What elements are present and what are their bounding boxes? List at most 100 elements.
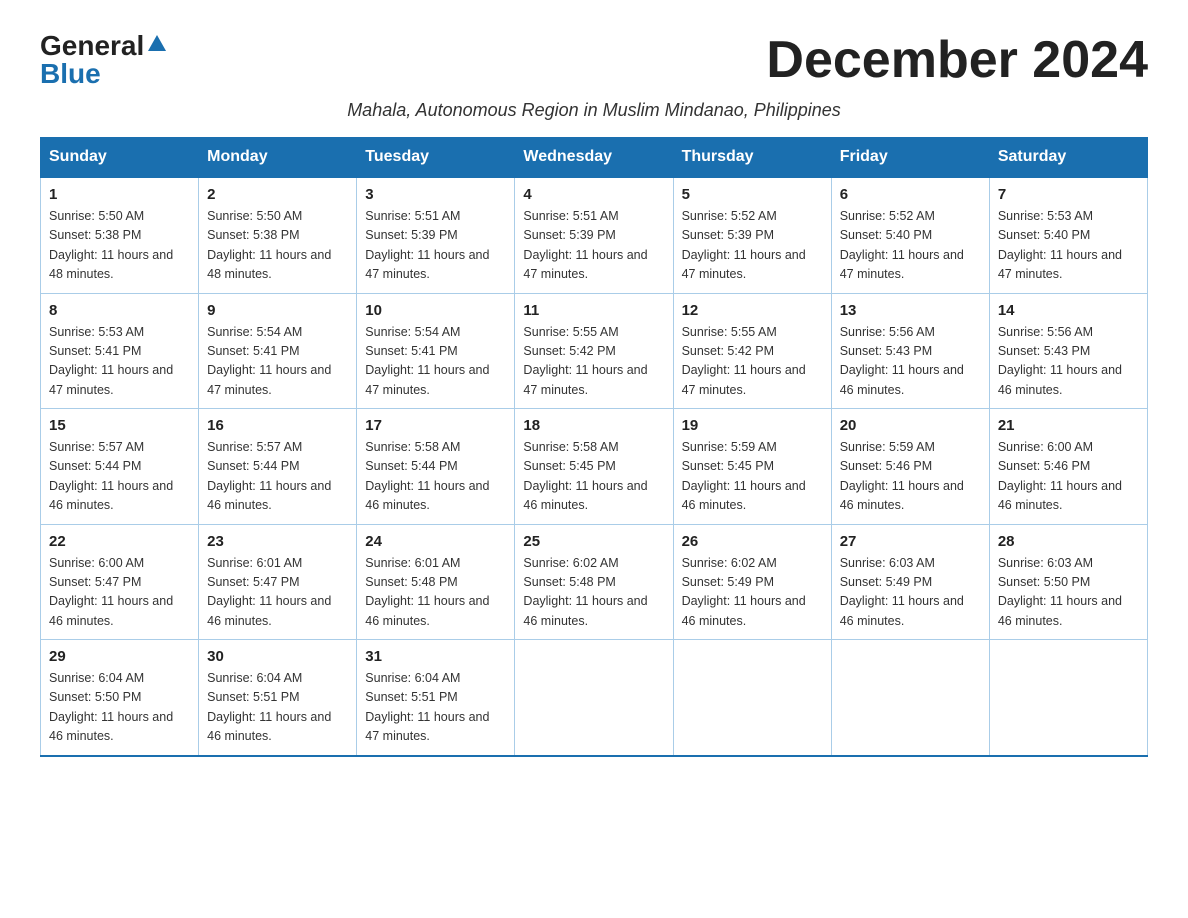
day-number: 12	[682, 302, 823, 319]
day-number: 11	[523, 302, 664, 319]
day-number: 28	[998, 533, 1139, 550]
day-number: 23	[207, 533, 348, 550]
calendar-day-cell: 28 Sunrise: 6:03 AMSunset: 5:50 PMDayligh…	[989, 524, 1147, 640]
day-number: 27	[840, 533, 981, 550]
day-number: 31	[365, 648, 506, 665]
day-number: 13	[840, 302, 981, 319]
calendar-day-cell: 9 Sunrise: 5:54 AMSunset: 5:41 PMDaylight…	[199, 293, 357, 409]
calendar-header-row: SundayMondayTuesdayWednesdayThursdayFrid…	[41, 138, 1148, 178]
day-info: Sunrise: 6:03 AMSunset: 5:50 PMDaylight:…	[998, 554, 1139, 632]
calendar-day-cell: 18Sunrise: 5:58 AMSunset: 5:45 PMDayligh…	[515, 409, 673, 525]
logo-icon	[146, 33, 168, 55]
day-info: Sunrise: 5:50 AMSunset: 5:38 PMDaylight:…	[207, 207, 348, 285]
day-number: 29	[49, 648, 190, 665]
day-info: Sunrise: 5:54 AMSunset: 5:41 PMDaylight:…	[207, 323, 348, 401]
day-info: Sunrise: 5:59 AMSunset: 5:46 PMDaylight:…	[840, 438, 981, 516]
day-info: Sunrise: 6:04 AMSunset: 5:51 PMDaylight:…	[207, 669, 348, 747]
calendar-subtitle: Mahala, Autonomous Region in Muslim Mind…	[40, 100, 1148, 121]
day-info: Sunrise: 5:53 AMSunset: 5:40 PMDaylight:…	[998, 207, 1139, 285]
day-info: Sunrise: 6:01 AMSunset: 5:48 PMDaylight:…	[365, 554, 506, 632]
calendar-day-cell: 15Sunrise: 5:57 AMSunset: 5:44 PMDayligh…	[41, 409, 199, 525]
day-info: Sunrise: 6:00 AMSunset: 5:47 PMDaylight:…	[49, 554, 190, 632]
calendar-day-cell: 31Sunrise: 6:04 AMSunset: 5:51 PMDayligh…	[357, 640, 515, 756]
day-info: Sunrise: 5:59 AMSunset: 5:45 PMDaylight:…	[682, 438, 823, 516]
month-title: December 2024	[766, 30, 1148, 90]
logo: General Blue	[40, 30, 168, 90]
day-info: Sunrise: 5:54 AMSunset: 5:41 PMDaylight:…	[365, 323, 506, 401]
day-number: 16	[207, 417, 348, 434]
calendar-day-cell: 21Sunrise: 6:00 AMSunset: 5:46 PMDayligh…	[989, 409, 1147, 525]
col-header-friday: Friday	[831, 138, 989, 178]
calendar-table: SundayMondayTuesdayWednesdayThursdayFrid…	[40, 137, 1148, 757]
calendar-day-cell	[515, 640, 673, 756]
day-number: 24	[365, 533, 506, 550]
day-info: Sunrise: 6:02 AMSunset: 5:48 PMDaylight:…	[523, 554, 664, 632]
day-number: 26	[682, 533, 823, 550]
day-info: Sunrise: 5:55 AMSunset: 5:42 PMDaylight:…	[682, 323, 823, 401]
day-info: Sunrise: 5:51 AMSunset: 5:39 PMDaylight:…	[365, 207, 506, 285]
day-info: Sunrise: 5:52 AMSunset: 5:39 PMDaylight:…	[682, 207, 823, 285]
day-number: 8	[49, 302, 190, 319]
calendar-week-row: 8 Sunrise: 5:53 AMSunset: 5:41 PMDaylight…	[41, 293, 1148, 409]
calendar-day-cell	[831, 640, 989, 756]
calendar-day-cell: 27 Sunrise: 6:03 AMSunset: 5:49 PMDayligh…	[831, 524, 989, 640]
day-info: Sunrise: 5:55 AMSunset: 5:42 PMDaylight:…	[523, 323, 664, 401]
calendar-day-cell: 1 Sunrise: 5:50 AMSunset: 5:38 PMDaylight…	[41, 177, 199, 293]
calendar-day-cell: 10 Sunrise: 5:54 AMSunset: 5:41 PMDayligh…	[357, 293, 515, 409]
calendar-day-cell: 16 Sunrise: 5:57 AMSunset: 5:44 PMDayligh…	[199, 409, 357, 525]
day-info: Sunrise: 5:56 AMSunset: 5:43 PMDaylight:…	[998, 323, 1139, 401]
calendar-day-cell: 24 Sunrise: 6:01 AMSunset: 5:48 PMDayligh…	[357, 524, 515, 640]
col-header-monday: Monday	[199, 138, 357, 178]
calendar-day-cell: 19 Sunrise: 5:59 AMSunset: 5:45 PMDayligh…	[673, 409, 831, 525]
day-info: Sunrise: 6:03 AMSunset: 5:49 PMDaylight:…	[840, 554, 981, 632]
calendar-day-cell	[673, 640, 831, 756]
day-number: 2	[207, 186, 348, 203]
day-info: Sunrise: 5:51 AMSunset: 5:39 PMDaylight:…	[523, 207, 664, 285]
day-number: 20	[840, 417, 981, 434]
col-header-tuesday: Tuesday	[357, 138, 515, 178]
day-info: Sunrise: 5:53 AMSunset: 5:41 PMDaylight:…	[49, 323, 190, 401]
col-header-wednesday: Wednesday	[515, 138, 673, 178]
calendar-day-cell: 6 Sunrise: 5:52 AMSunset: 5:40 PMDaylight…	[831, 177, 989, 293]
calendar-day-cell: 22 Sunrise: 6:00 AMSunset: 5:47 PMDayligh…	[41, 524, 199, 640]
day-number: 17	[365, 417, 506, 434]
calendar-day-cell: 23 Sunrise: 6:01 AMSunset: 5:47 PMDayligh…	[199, 524, 357, 640]
day-info: Sunrise: 5:58 AMSunset: 5:45 PMDaylight:…	[523, 438, 664, 516]
day-number: 5	[682, 186, 823, 203]
calendar-day-cell: 7 Sunrise: 5:53 AMSunset: 5:40 PMDaylight…	[989, 177, 1147, 293]
day-number: 22	[49, 533, 190, 550]
day-number: 4	[523, 186, 664, 203]
day-info: Sunrise: 5:57 AMSunset: 5:44 PMDaylight:…	[207, 438, 348, 516]
calendar-day-cell: 2 Sunrise: 5:50 AMSunset: 5:38 PMDaylight…	[199, 177, 357, 293]
day-number: 25	[523, 533, 664, 550]
day-number: 15	[49, 417, 190, 434]
day-info: Sunrise: 6:01 AMSunset: 5:47 PMDaylight:…	[207, 554, 348, 632]
calendar-day-cell: 20 Sunrise: 5:59 AMSunset: 5:46 PMDayligh…	[831, 409, 989, 525]
calendar-day-cell: 13Sunrise: 5:56 AMSunset: 5:43 PMDayligh…	[831, 293, 989, 409]
calendar-day-cell: 11 Sunrise: 5:55 AMSunset: 5:42 PMDayligh…	[515, 293, 673, 409]
calendar-day-cell: 30Sunrise: 6:04 AMSunset: 5:51 PMDayligh…	[199, 640, 357, 756]
calendar-week-row: 1 Sunrise: 5:50 AMSunset: 5:38 PMDaylight…	[41, 177, 1148, 293]
day-number: 10	[365, 302, 506, 319]
day-info: Sunrise: 5:52 AMSunset: 5:40 PMDaylight:…	[840, 207, 981, 285]
day-number: 3	[365, 186, 506, 203]
day-number: 9	[207, 302, 348, 319]
day-number: 21	[998, 417, 1139, 434]
header: General Blue December 2024	[40, 30, 1148, 90]
calendar-week-row: 22 Sunrise: 6:00 AMSunset: 5:47 PMDayligh…	[41, 524, 1148, 640]
calendar-week-row: 15 Sunrise: 5:57 AMSunset: 5:44 PMDayligh…	[41, 409, 1148, 525]
logo-blue: Blue	[40, 58, 101, 90]
day-number: 14	[998, 302, 1139, 319]
calendar-day-cell: 25 Sunrise: 6:02 AMSunset: 5:48 PMDayligh…	[515, 524, 673, 640]
calendar-day-cell: 4 Sunrise: 5:51 AMSunset: 5:39 PMDaylight…	[515, 177, 673, 293]
calendar-day-cell: 26Sunrise: 6:02 AMSunset: 5:49 PMDayligh…	[673, 524, 831, 640]
day-number: 6	[840, 186, 981, 203]
day-number: 7	[998, 186, 1139, 203]
calendar-day-cell: 3 Sunrise: 5:51 AMSunset: 5:39 PMDaylight…	[357, 177, 515, 293]
day-number: 1	[49, 186, 190, 203]
calendar-day-cell: 5 Sunrise: 5:52 AMSunset: 5:39 PMDaylight…	[673, 177, 831, 293]
day-info: Sunrise: 5:50 AMSunset: 5:38 PMDaylight:…	[49, 207, 190, 285]
calendar-day-cell: 14 Sunrise: 5:56 AMSunset: 5:43 PMDayligh…	[989, 293, 1147, 409]
day-number: 19	[682, 417, 823, 434]
calendar-day-cell	[989, 640, 1147, 756]
